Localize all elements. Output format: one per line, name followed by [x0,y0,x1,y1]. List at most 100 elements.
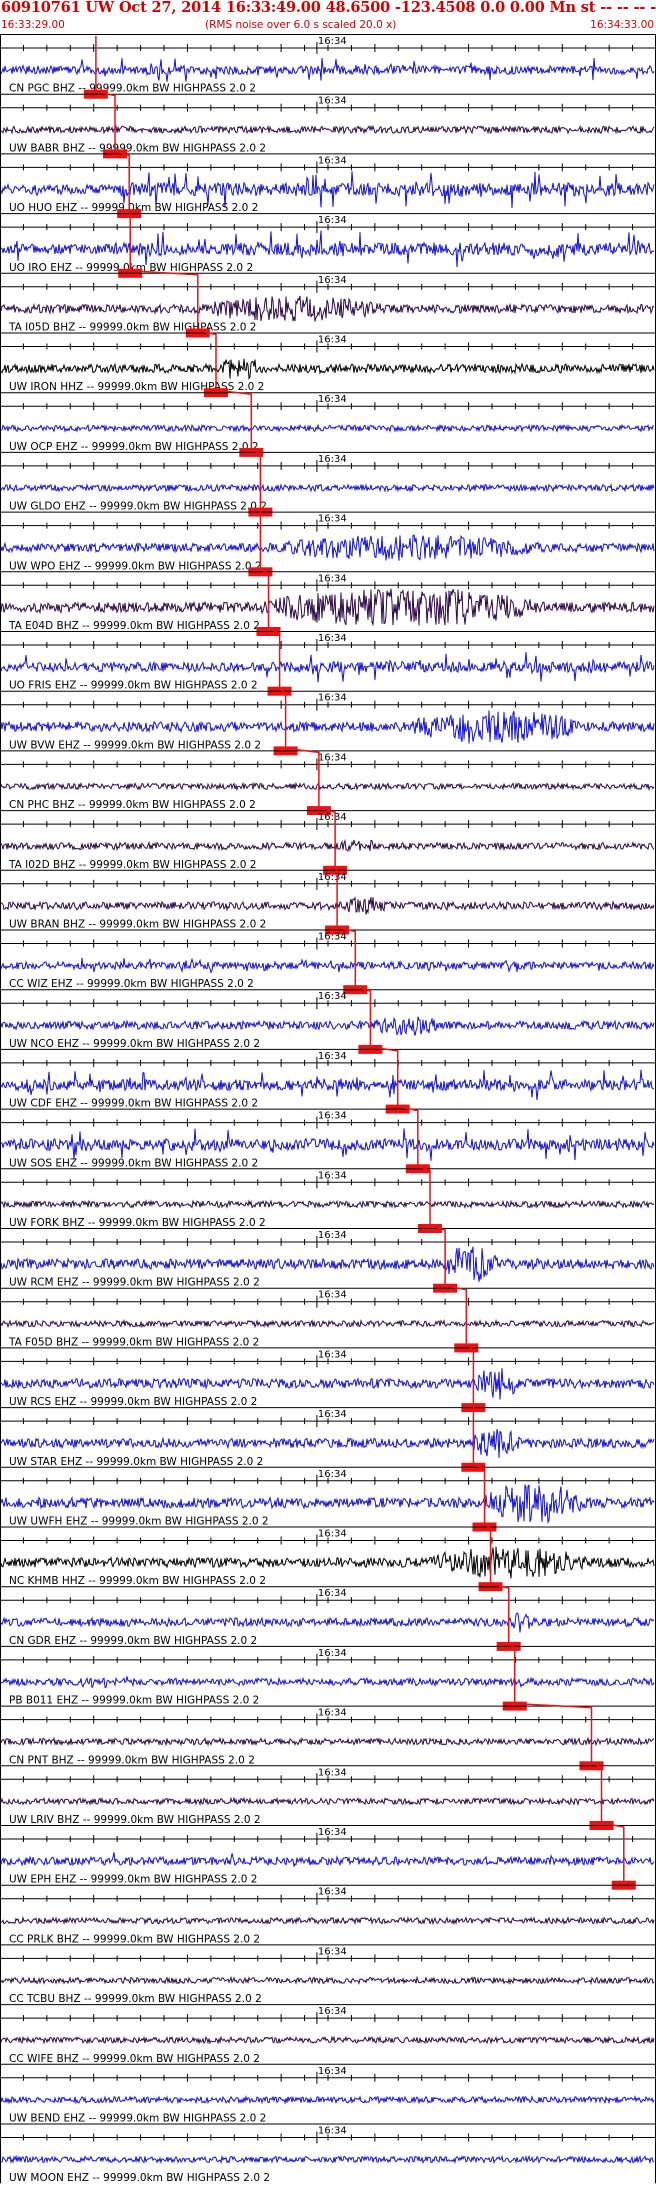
minute-tick-label: 16:34 [318,1051,347,1062]
waveform [0,1975,655,1986]
station-label: UW STAR EHZ -- 99999.0km BW HIGHPASS 2.0… [9,1456,263,1468]
trace-panel: 16:34 UO FRIS EHZ -- 99999.0km BW HIGHPAS… [0,631,656,696]
waveform [0,838,655,852]
station-label: TA I02D BHZ -- 99999.0km BW HIGHPASS 2.0… [8,859,256,871]
trace-panel: 16:34 UW OCP EHZ -- 99999.0km BW HIGHPASS… [0,392,656,457]
waveform [1,896,655,915]
minute-tick-label: 16:34 [318,155,347,166]
trace-panel: 16:34UW IRON HHZ -- 99999.0km BW HIGHPAS… [0,332,656,398]
trace-panel: 16:34UO HUO EHZ -- 99999.0km BW HIGHPASS… [0,153,656,219]
seismogram-traces: 16:34 CN PGC BHZ -- 99999.0km BW HIGHPASS… [0,34,656,2184]
pick-moveout-line [95,36,625,1883]
trace-panel: 16:34 CN PNT BHZ -- 99999.0km BW HIGHPASS… [0,1705,656,1771]
station-label: UW EPH EHZ -- 99999.0km BW HIGHPASS 2.0 … [9,1874,257,1886]
waveform [0,57,655,82]
trace-panel: 16:34 UW SOS EHZ -- 99999.0km BW HIGHPASS… [0,1108,656,1174]
station-label: TA E04D BHZ -- 99999.0km BW HIGHPASS 2.0… [8,620,260,632]
station-label: UW WPO EHZ -- 99999.0km BW HIGHPASS 2.0 … [9,560,262,572]
start-time: 16:33:29.00 [1,19,65,31]
trace-panel: 16:34 TA E04D BHZ -- 99999.0km BW HIGHPAS… [0,571,656,636]
minute-tick-label: 16:34 [318,812,347,823]
end-time: 16:34:33.00 [590,19,654,31]
station-label: UW MOON EHZ -- 99999.0km BW HIGHPASS 2.0… [9,2172,270,2184]
waveform [0,1915,655,1926]
station-label: CN PGC BHZ -- 99999.0km BW HIGHPASS 2.0 … [9,83,256,95]
waveform [0,1796,655,1807]
trace-panel: 16:34 UW GLDO EHZ -- 99999.0km BW HIGHPAS… [0,451,656,517]
trace-panel: 16:34 UW RCM EHZ -- 99999.0km BW HIGHPASS… [0,1228,656,1293]
trace-panel: 16:34 TA I05D BHZ -- 99999.0km BW HIGHPAS… [0,272,656,338]
trace-panel: 16:34 UW FORK BHZ -- 99999.0km BW HIGHPAS… [0,1168,656,1233]
trace-panel: 16:34 UW WPO EHZ -- 99999.0km BW HIGHPASS… [0,511,656,577]
station-label: UO FRIS EHZ -- 99999.0km BW HIGHPASS 2.0… [9,680,258,692]
trace-panel: 16:34UO IRO EHZ -- 99999.0km BW HIGHPASS… [0,213,656,278]
minute-tick-label: 16:34 [318,96,347,107]
trace-panel: 16:34 UW RCS EHZ -- 99999.0km BW HIGHPASS… [0,1347,656,1413]
waveform [0,1676,655,1689]
waveform [0,482,655,493]
minute-tick-label: 16:34 [318,1349,347,1360]
rms-note: (RMS noise over 6.0 s scaled 20.0 x) [205,19,397,31]
record-header: 60910761 UW Oct 27, 2014 16:33:49.00 48.… [0,0,656,34]
station-label: CN PHC BHZ -- 99999.0km BW HIGHPASS 2.0 … [9,799,256,811]
waveform [0,957,655,974]
minute-tick-label: 16:34 [318,1588,347,1599]
waveform [0,2154,655,2165]
trace-panel: 16:34 UW UWFH EHZ -- 99999.0km BW HIGHPAS… [0,1466,656,1532]
minute-tick-label: 16:34 [318,1409,347,1420]
waveform [0,710,655,744]
trace-panel: 16:34 CC TCBU BHZ -- 99999.0km BW HIGHPAS… [0,1944,656,2005]
waveform [0,423,654,433]
station-label: UW FORK BHZ -- 99999.0km BW HIGHPASS 2.0… [9,1217,266,1229]
waveform [0,534,655,561]
trace-panel: 16:34 UW NCO EHZ -- 99999.0km BW HIGHPASS… [0,989,656,1054]
waveform [0,1852,655,1867]
waveform [0,124,655,135]
minute-tick-label: 16:34 [318,633,347,644]
minute-tick-label: 16:34 [318,693,347,704]
station-label: UW CDF EHZ -- 99999.0km BW HIGHPASS 2.0 … [9,1098,258,1110]
trace-panel: 16:34 UW BRAN BHZ -- 99999.0km BW HIGHPAS… [0,869,656,935]
trace-panel: 16:34 UW BVW EHZ -- 99999.0km BW HIGHPASS… [0,690,656,756]
minute-tick-label: 16:34 [318,2006,347,2017]
waveform [0,1546,655,1579]
waveform [0,2095,655,2105]
station-label: CC TCBU BHZ -- 99999.0km BW HIGHPASS 2.0… [9,1993,262,2005]
station-label: UW LRIV BHZ -- 99999.0km BW HIGHPASS 2.0… [9,1814,261,1826]
minute-tick-label: 16:34 [318,991,347,1002]
waveform [0,1069,655,1100]
waveform [0,295,655,322]
minute-tick-label: 16:34 [318,1827,347,1838]
station-label: UW GLDO EHZ -- 99999.0km BW HIGHPASS 2.0… [9,501,267,513]
waveform [0,781,655,792]
station-label: UW SOS EHZ -- 99999.0km BW HIGHPASS 2.0 … [9,1157,258,1169]
station-label: UW OCP EHZ -- 99999.0km BW HIGHPASS 2.0 … [9,441,259,453]
waveform [0,358,655,381]
waveform [0,2035,655,2045]
station-label: UW RCM EHZ -- 99999.0km BW HIGHPASS 2.0 … [9,1277,260,1289]
waveform [0,1318,655,1329]
minute-tick-label: 16:34 [318,1887,347,1898]
trace-panel: 16:34 UW STAR EHZ -- 99999.0km BW HIGHPAS… [0,1407,656,1472]
station-label: UW BABR BHZ -- 99999.0km BW HIGHPASS 2.0… [9,142,266,154]
minute-tick-label: 16:34 [318,2126,347,2137]
station-label: UW BEND EHZ -- 99999.0km BW HIGHPASS 2.0… [9,2113,266,2125]
station-label: CC PRLK BHZ -- 99999.0km BW HIGHPASS 2.0… [9,1933,260,1945]
trace-panel: 16:34 UW MOON EHZ -- 99999.0km BW HIGHPAS… [0,2123,656,2184]
station-label: CN PNT BHZ -- 99999.0km BW HIGHPASS 2.0 … [9,1754,255,1766]
trace-panel: 16:34 CC WIFE BHZ -- 99999.0km BW HIGHPAS… [0,2004,656,2065]
waveform [0,1429,655,1458]
minute-tick-label: 16:34 [318,394,347,405]
trace-panel: 16:34 CC WIZ EHZ -- 99999.0km BW HIGHPASS… [0,929,656,995]
station-label: UW RCS EHZ -- 99999.0km BW HIGHPASS 2.0 … [9,1396,257,1408]
minute-tick-label: 16:34 [318,1946,347,1957]
trace-panel: 16:34 CN GDR EHZ -- 99999.0km BW HIGHPASS… [0,1586,656,1651]
minute-tick-label: 16:34 [318,454,347,465]
waveform [0,1736,655,1747]
station-label: UW BVW EHZ -- 99999.0km BW HIGHPASS 2.0 … [9,739,261,751]
minute-tick-label: 16:34 [318,514,347,525]
trace-panel: 16:34 PB B011 EHZ -- 99999.0km BW HIGHPAS… [0,1645,656,1711]
minute-tick-label: 16:34 [318,36,347,47]
station-label: NC KHMB HHZ -- 99999.0km BW HIGHPASS 2.0… [9,1575,266,1587]
trace-panel: 16:34 CN PGC BHZ -- 99999.0km BW HIGHPASS… [0,34,656,99]
